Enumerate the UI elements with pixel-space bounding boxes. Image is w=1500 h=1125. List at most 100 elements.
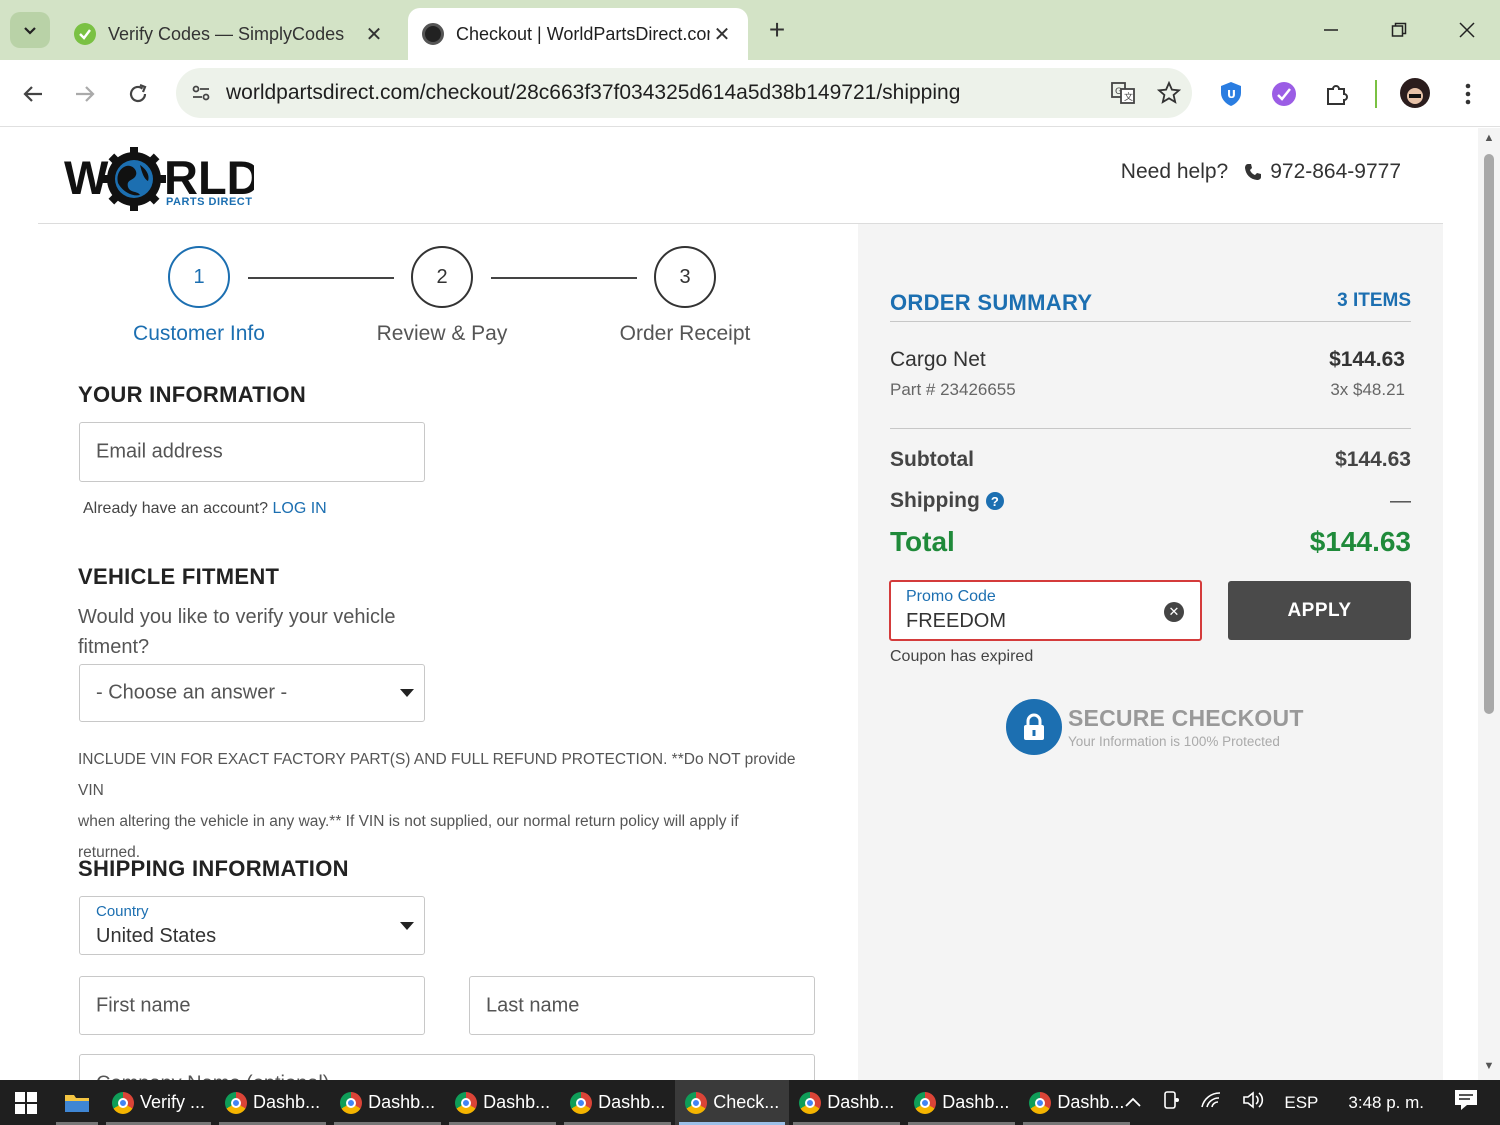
question-help-icon[interactable]: ? [985, 492, 1004, 510]
clear-promo-icon[interactable]: ✕ [1164, 602, 1184, 622]
first-name-placeholder: First name [96, 994, 191, 1016]
fitment-select[interactable]: - Choose an answer - [79, 664, 425, 722]
browser-toolbar: worldpartsdirect.com/checkout/28c663f37f… [0, 60, 1500, 127]
apply-button[interactable]: APPLY [1228, 581, 1411, 640]
chrome-icon [112, 1091, 134, 1114]
shield-extension-icon[interactable]: U [1215, 78, 1247, 110]
svg-text:文: 文 [1124, 91, 1133, 103]
taskbar-item-label: Check... [713, 1092, 780, 1112]
item-count: 3 ITEMS [1337, 290, 1411, 311]
site-info-icon[interactable] [176, 82, 226, 104]
chevron-up-icon[interactable] [1114, 1093, 1152, 1113]
coupon-error-message: Coupon has expired [890, 648, 1034, 665]
vehicle-fitment-heading: VEHICLE FITMENT [78, 564, 280, 589]
login-link[interactable]: LOG IN [272, 500, 326, 517]
device-icon[interactable] [1152, 1090, 1190, 1115]
close-window-icon[interactable] [1442, 10, 1492, 50]
promo-code-value: FREEDOM [906, 610, 1006, 632]
first-name-field[interactable]: First name [79, 976, 425, 1035]
restore-icon[interactable] [1374, 10, 1424, 50]
close-tab-icon[interactable]: ✕ [362, 22, 386, 47]
email-field[interactable]: Email address [79, 422, 425, 482]
fitment-question: Would you like to verify your vehicle fi… [78, 602, 396, 662]
taskbar-item[interactable]: Dashb... [789, 1080, 904, 1125]
wifi-icon[interactable] [1190, 1091, 1232, 1114]
back-icon[interactable] [13, 74, 53, 114]
taskbar-item[interactable]: Verify ... [102, 1080, 215, 1125]
minimize-icon[interactable] [1306, 10, 1356, 50]
tab-checkout[interactable]: Checkout | WorldPartsDirect.com ✕ [408, 8, 748, 60]
vin-note-line: INCLUDE VIN FOR EXACT FACTORY PART(S) AN… [78, 751, 796, 799]
taskbar-item-active[interactable]: Check... [675, 1080, 790, 1125]
close-tab-icon[interactable]: ✕ [710, 22, 734, 47]
url-text: worldpartsdirect.com/checkout/28c663f37f… [226, 81, 961, 104]
summary-divider [890, 428, 1411, 429]
new-tab-button[interactable]: + [760, 14, 794, 48]
order-summary-title: ORDER SUMMARY [890, 290, 1093, 315]
taskbar-item-label: Dashb... [598, 1092, 666, 1112]
account-prompt: Already have an account? LOG IN [83, 500, 327, 518]
country-select[interactable]: Country United States [79, 896, 425, 955]
page-scrollbar[interactable]: ▲ ▼ [1478, 128, 1500, 1080]
address-bar[interactable]: worldpartsdirect.com/checkout/28c663f37f… [176, 68, 1192, 118]
extensions-puzzle-icon[interactable] [1321, 78, 1353, 110]
fitment-question-line: fitment? [78, 636, 150, 658]
your-information-heading: YOUR INFORMATION [78, 382, 307, 407]
chrome-icon [340, 1091, 363, 1114]
toolbar-divider [1375, 80, 1377, 108]
shipping-label: Shipping ? [890, 489, 1004, 513]
phone-link[interactable]: 972-864-9777 [1244, 160, 1401, 184]
tab-search-button[interactable] [10, 12, 50, 48]
chrome-icon [1029, 1091, 1052, 1114]
extension-purple-icon[interactable] [1268, 78, 1300, 110]
scroll-down-icon[interactable]: ▼ [1483, 1060, 1495, 1072]
tab-simplycodes[interactable]: Verify Codes — SimplyCodes ✕ [60, 8, 400, 60]
reload-icon[interactable] [118, 74, 158, 114]
vin-note-line: when altering the vehicle in any way.** … [78, 813, 739, 830]
profile-avatar[interactable] [1398, 76, 1432, 110]
step-label: Customer Info [133, 322, 265, 345]
windows-taskbar: Verify ... Dashb... Dashb... Dashb... Da… [0, 1080, 1500, 1125]
help-label: Need help? [1120, 160, 1229, 183]
shipping-information-heading: SHIPPING INFORMATION [78, 856, 349, 881]
forward-icon[interactable] [65, 74, 105, 114]
bookmark-star-icon[interactable] [1146, 81, 1192, 105]
notifications-icon[interactable] [1448, 1089, 1500, 1116]
translate-icon[interactable]: G文 [1100, 80, 1146, 106]
item-quantity: 3x $48.21 [1330, 380, 1405, 399]
taskbar-item[interactable]: Dashb... [330, 1080, 445, 1125]
country-value: United States [96, 925, 217, 947]
dropdown-caret-icon [400, 921, 414, 930]
vin-note: INCLUDE VIN FOR EXACT FACTORY PART(S) AN… [78, 744, 818, 868]
order-summary-header: ORDER SUMMARY 3 ITEMS [890, 290, 1411, 322]
browser-menu-icon[interactable] [1452, 78, 1484, 110]
svg-text:U: U [1227, 88, 1236, 101]
dropdown-caret-icon [400, 689, 414, 697]
company-field[interactable]: Company Name (optional) [79, 1054, 815, 1080]
fitment-select-value: - Choose an answer - [96, 681, 288, 704]
logo-subtitle: PARTS DIRECT [166, 196, 253, 208]
taskbar-item[interactable]: Dashb... [215, 1080, 330, 1125]
language-indicator[interactable]: ESP [1274, 1093, 1328, 1113]
world-parts-direct-logo[interactable]: W RLD PARTS DIRECT [64, 146, 254, 211]
windows-start-icon[interactable] [0, 1080, 52, 1125]
volume-icon[interactable] [1232, 1091, 1274, 1114]
taskbar-item-label: Verify ... [140, 1092, 206, 1112]
scroll-up-icon[interactable]: ▲ [1483, 132, 1495, 144]
order-summary-panel: ORDER SUMMARY 3 ITEMS Cargo Net $144.63 … [858, 224, 1443, 1080]
step-review-pay: 2 Review & Pay [352, 246, 532, 346]
taskbar-item-label: Dashb... [827, 1092, 895, 1112]
taskbar-item[interactable]: Dashb... [445, 1080, 560, 1125]
taskbar-item[interactable]: Dashb... [560, 1080, 675, 1125]
lock-icon [1006, 699, 1062, 755]
clock[interactable]: 3:48 p. m. [1328, 1093, 1448, 1113]
promo-code-field[interactable]: Promo Code FREEDOM ✕ [889, 580, 1202, 641]
last-name-field[interactable]: Last name [469, 976, 815, 1035]
svg-text:G: G [1115, 87, 1122, 97]
checkout-progress: 1 Customer Info 2 Review & Pay 3 Order R… [78, 246, 818, 346]
step-number: 1 [168, 246, 230, 308]
chrome-icon [685, 1091, 708, 1114]
taskbar-item[interactable]: Dashb... [904, 1080, 1019, 1125]
file-explorer-icon[interactable] [52, 1080, 102, 1125]
scrollbar-thumb[interactable] [1484, 154, 1494, 714]
